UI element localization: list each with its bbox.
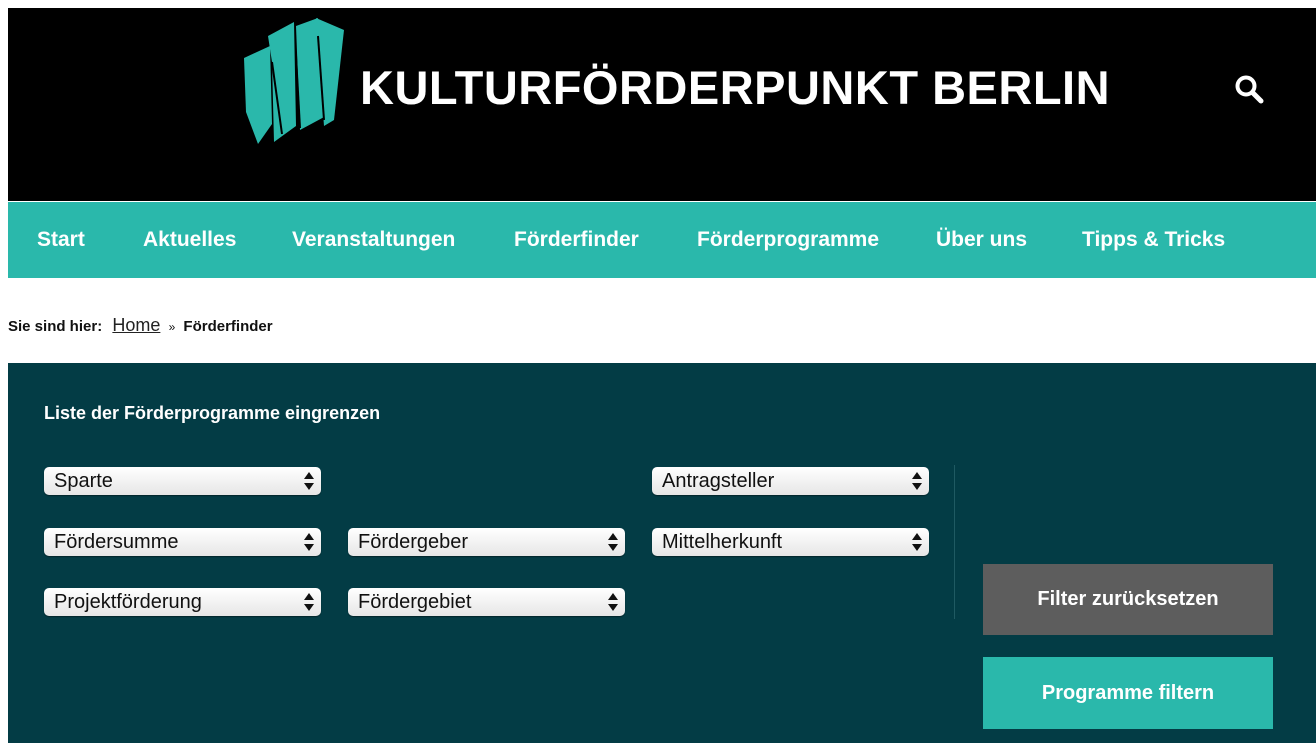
filter-divider [954,465,955,619]
nav-item-aktuelles[interactable]: Aktuelles [143,202,236,278]
projektfoerderung-select-value: Projektförderung [54,591,202,613]
nav-item-foerderprogramme[interactable]: Förderprogramme [697,202,879,278]
nav-item-foerderfinder[interactable]: Förderfinder [514,202,639,278]
search-icon[interactable] [1230,70,1270,110]
nav-item-start[interactable]: Start [37,202,85,278]
breadcrumb-home-link[interactable]: Home [112,315,160,335]
reset-filter-button[interactable]: Filter zurücksetzen [983,564,1273,635]
sparte-select[interactable]: Sparte [44,467,321,495]
updown-arrows-icon [608,533,618,551]
filter-panel: Liste der Förderprogramme eingrenzen Spa… [8,363,1316,743]
breadcrumb-current: Förderfinder [183,318,273,335]
updown-arrows-icon [304,593,314,611]
updown-arrows-icon [304,472,314,490]
nav-item-ueber-uns[interactable]: Über uns [936,202,1027,278]
foerdergebiet-select-value: Fördergebiet [358,591,472,613]
filter-panel-title: Liste der Förderprogramme eingrenzen [44,403,381,423]
foerdergeber-select[interactable]: Fördergeber [348,528,625,556]
breadcrumb: Sie sind hier: Home » Förderfinder [8,310,273,340]
updown-arrows-icon [304,533,314,551]
foerdergeber-select-value: Fördergeber [358,531,469,553]
nav-item-tipps-tricks[interactable]: Tipps & Tricks [1082,202,1225,278]
updown-arrows-icon [912,533,922,551]
site-title[interactable]: KULTURFÖRDERPUNKT BERLIN [360,60,1110,116]
kulturfoerderpunkt-logo[interactable] [238,16,350,148]
foerdergebiet-select[interactable]: Fördergebiet [348,588,625,616]
nav-item-veranstaltungen[interactable]: Veranstaltungen [292,202,455,278]
site-header: KULTURFÖRDERPUNKT BERLIN [8,8,1316,201]
breadcrumb-label: Sie sind hier: [8,318,103,335]
projektfoerderung-select[interactable]: Projektförderung [44,588,321,616]
updown-arrows-icon [912,472,922,490]
mittelherkunft-select-value: Mittelherkunft [662,531,783,553]
apply-filter-button[interactable]: Programme filtern [983,657,1273,729]
sparte-select-value: Sparte [54,470,113,492]
antragsteller-select-value: Antragsteller [662,470,775,492]
antragsteller-select[interactable]: Antragsteller [652,467,929,495]
main-navigation: Start Aktuelles Veranstaltungen Förderfi… [8,202,1316,278]
breadcrumb-separator: » [168,320,176,334]
foerdersumme-select[interactable]: Fördersumme [44,528,321,556]
updown-arrows-icon [608,593,618,611]
foerdersumme-select-value: Fördersumme [54,531,179,553]
mittelherkunft-select[interactable]: Mittelherkunft [652,528,929,556]
